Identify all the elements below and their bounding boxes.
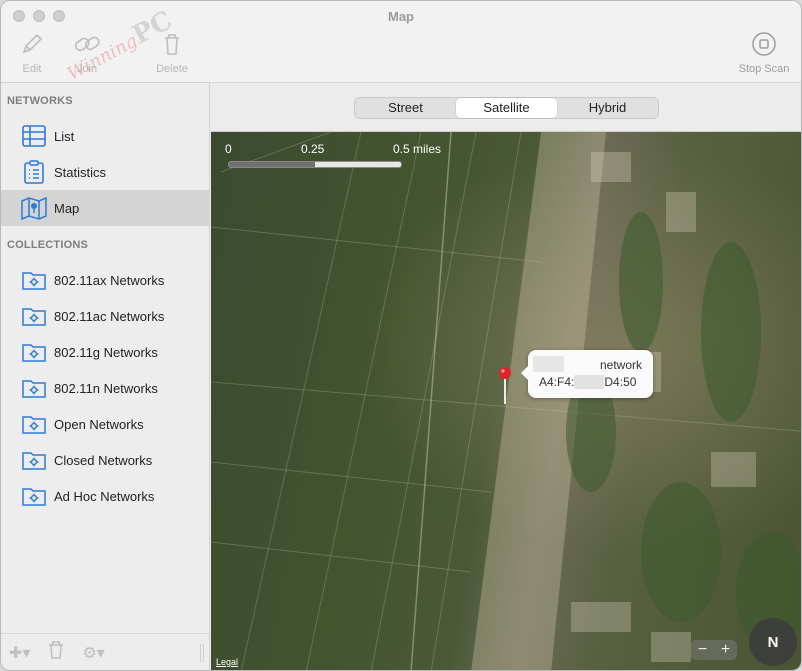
sidebar-item-label: 802.11g Networks bbox=[54, 344, 158, 360]
edit-button[interactable]: Edit bbox=[2, 31, 62, 75]
sidebar-item-label: Closed Networks bbox=[54, 452, 153, 468]
pencil-icon bbox=[22, 33, 43, 54]
redacted-bssid: 00:00 bbox=[574, 375, 605, 389]
link-icon bbox=[74, 36, 100, 52]
window-title: Map bbox=[388, 9, 414, 24]
gear-icon[interactable]: ⚙▾ bbox=[82, 643, 104, 663]
zoom-control: − + bbox=[691, 640, 737, 660]
collections-header: COLLECTIONS bbox=[7, 239, 89, 251]
sidebar-item-label: 802.11n Networks bbox=[54, 380, 158, 396]
folder-gear-icon bbox=[21, 303, 47, 329]
sidebar-item-label: Statistics bbox=[54, 164, 107, 180]
map-icon bbox=[21, 195, 47, 221]
scale-label-2: 0.5 miles bbox=[393, 142, 442, 156]
tab-hybrid[interactable]: Hybrid bbox=[557, 98, 658, 118]
bssid-prefix: A4:F4: bbox=[539, 375, 575, 389]
join-label: Join bbox=[76, 63, 98, 75]
networks-header: NETWORKS bbox=[7, 95, 73, 107]
delete-label: Delete bbox=[156, 63, 188, 75]
sidebar-item-label: Map bbox=[54, 200, 80, 216]
title-bar: Map Edit Join Delete Stop Scan WinningPC bbox=[1, 1, 801, 85]
sidebar-item-802-11ax[interactable]: 802.11ax Networks bbox=[1, 262, 210, 298]
compass-button[interactable]: N bbox=[749, 618, 797, 666]
sidebar-footer: ✚▾ ⚙▾ bbox=[1, 633, 210, 670]
map-type-bar: Street Satellite Hybrid bbox=[211, 83, 801, 132]
clipboard-icon bbox=[21, 159, 47, 185]
callout-bssid: A4:F4:00:00D4:50 bbox=[539, 375, 636, 389]
sidebar-item-ad-hoc-networks[interactable]: Ad Hoc Networks bbox=[1, 478, 210, 514]
map-type-control: Street Satellite Hybrid bbox=[354, 97, 659, 119]
sidebar-item-802-11n[interactable]: 802.11n Networks bbox=[1, 370, 210, 406]
delete-button[interactable]: Delete bbox=[142, 31, 202, 75]
scale-label-0: 0 bbox=[225, 142, 232, 156]
sidebar-item-map[interactable]: Map bbox=[1, 190, 210, 226]
satellite-map[interactable]: 0 0.25 0.5 miles network A4:F4:00:00D4:5… bbox=[211, 132, 801, 670]
trash-icon bbox=[165, 34, 179, 55]
sidebar-item-label: List bbox=[54, 128, 75, 144]
sidebar: NETWORKS List Statistics Map COLLECTIONS… bbox=[1, 83, 210, 670]
compass-label: N bbox=[767, 633, 779, 651]
folder-gear-icon bbox=[21, 339, 47, 365]
sidebar-item-label: Open Networks bbox=[54, 416, 144, 432]
redacted-network-name bbox=[533, 356, 564, 372]
network-callout[interactable]: network A4:F4:00:00D4:50 bbox=[521, 350, 653, 398]
sidebar-item-statistics[interactable]: Statistics bbox=[1, 154, 210, 190]
add-collection-button[interactable]: ✚▾ bbox=[9, 643, 30, 663]
folder-gear-icon bbox=[21, 375, 47, 401]
sidebar-item-802-11g[interactable]: 802.11g Networks bbox=[1, 334, 210, 370]
legal-link[interactable]: Legal bbox=[216, 657, 238, 667]
folder-gear-icon bbox=[21, 411, 47, 437]
scale-label-1: 0.25 bbox=[301, 142, 325, 156]
callout-network-label: network bbox=[599, 358, 642, 372]
sidebar-resize-handle[interactable] bbox=[200, 644, 204, 662]
sidebar-item-802-11ac[interactable]: 802.11ac Networks bbox=[1, 298, 210, 334]
stop-scan-button[interactable]: Stop Scan bbox=[734, 31, 794, 75]
join-button[interactable]: Join bbox=[57, 31, 117, 75]
stop-icon bbox=[752, 32, 776, 56]
folder-gear-icon bbox=[21, 447, 47, 473]
scale-bar-fill bbox=[229, 162, 315, 167]
edit-label: Edit bbox=[22, 63, 42, 75]
list-icon bbox=[21, 123, 47, 149]
map-scale: 0 0.25 0.5 miles bbox=[225, 142, 455, 168]
zoom-in-button[interactable]: + bbox=[714, 640, 737, 660]
sidebar-item-label: 802.11ac Networks bbox=[54, 308, 165, 324]
sidebar-item-open-networks[interactable]: Open Networks bbox=[1, 406, 210, 442]
tab-street[interactable]: Street bbox=[355, 98, 456, 118]
zoom-out-button[interactable]: − bbox=[691, 640, 714, 660]
sidebar-item-label: 802.11ax Networks bbox=[54, 272, 165, 288]
stop-scan-label: Stop Scan bbox=[738, 63, 790, 75]
sidebar-item-closed-networks[interactable]: Closed Networks bbox=[1, 442, 210, 478]
folder-gear-icon bbox=[21, 483, 47, 509]
tab-satellite[interactable]: Satellite bbox=[456, 98, 557, 118]
delete-collection-icon[interactable] bbox=[48, 641, 64, 664]
location-pin-icon[interactable] bbox=[498, 366, 512, 406]
app-window: Map Edit Join Delete Stop Scan WinningPC… bbox=[0, 0, 802, 671]
scale-bar bbox=[228, 161, 402, 168]
bssid-suffix: D4:50 bbox=[604, 375, 637, 389]
sidebar-item-label: Ad Hoc Networks bbox=[54, 488, 155, 504]
sidebar-item-list[interactable]: List bbox=[1, 118, 210, 154]
folder-gear-icon bbox=[21, 267, 47, 293]
